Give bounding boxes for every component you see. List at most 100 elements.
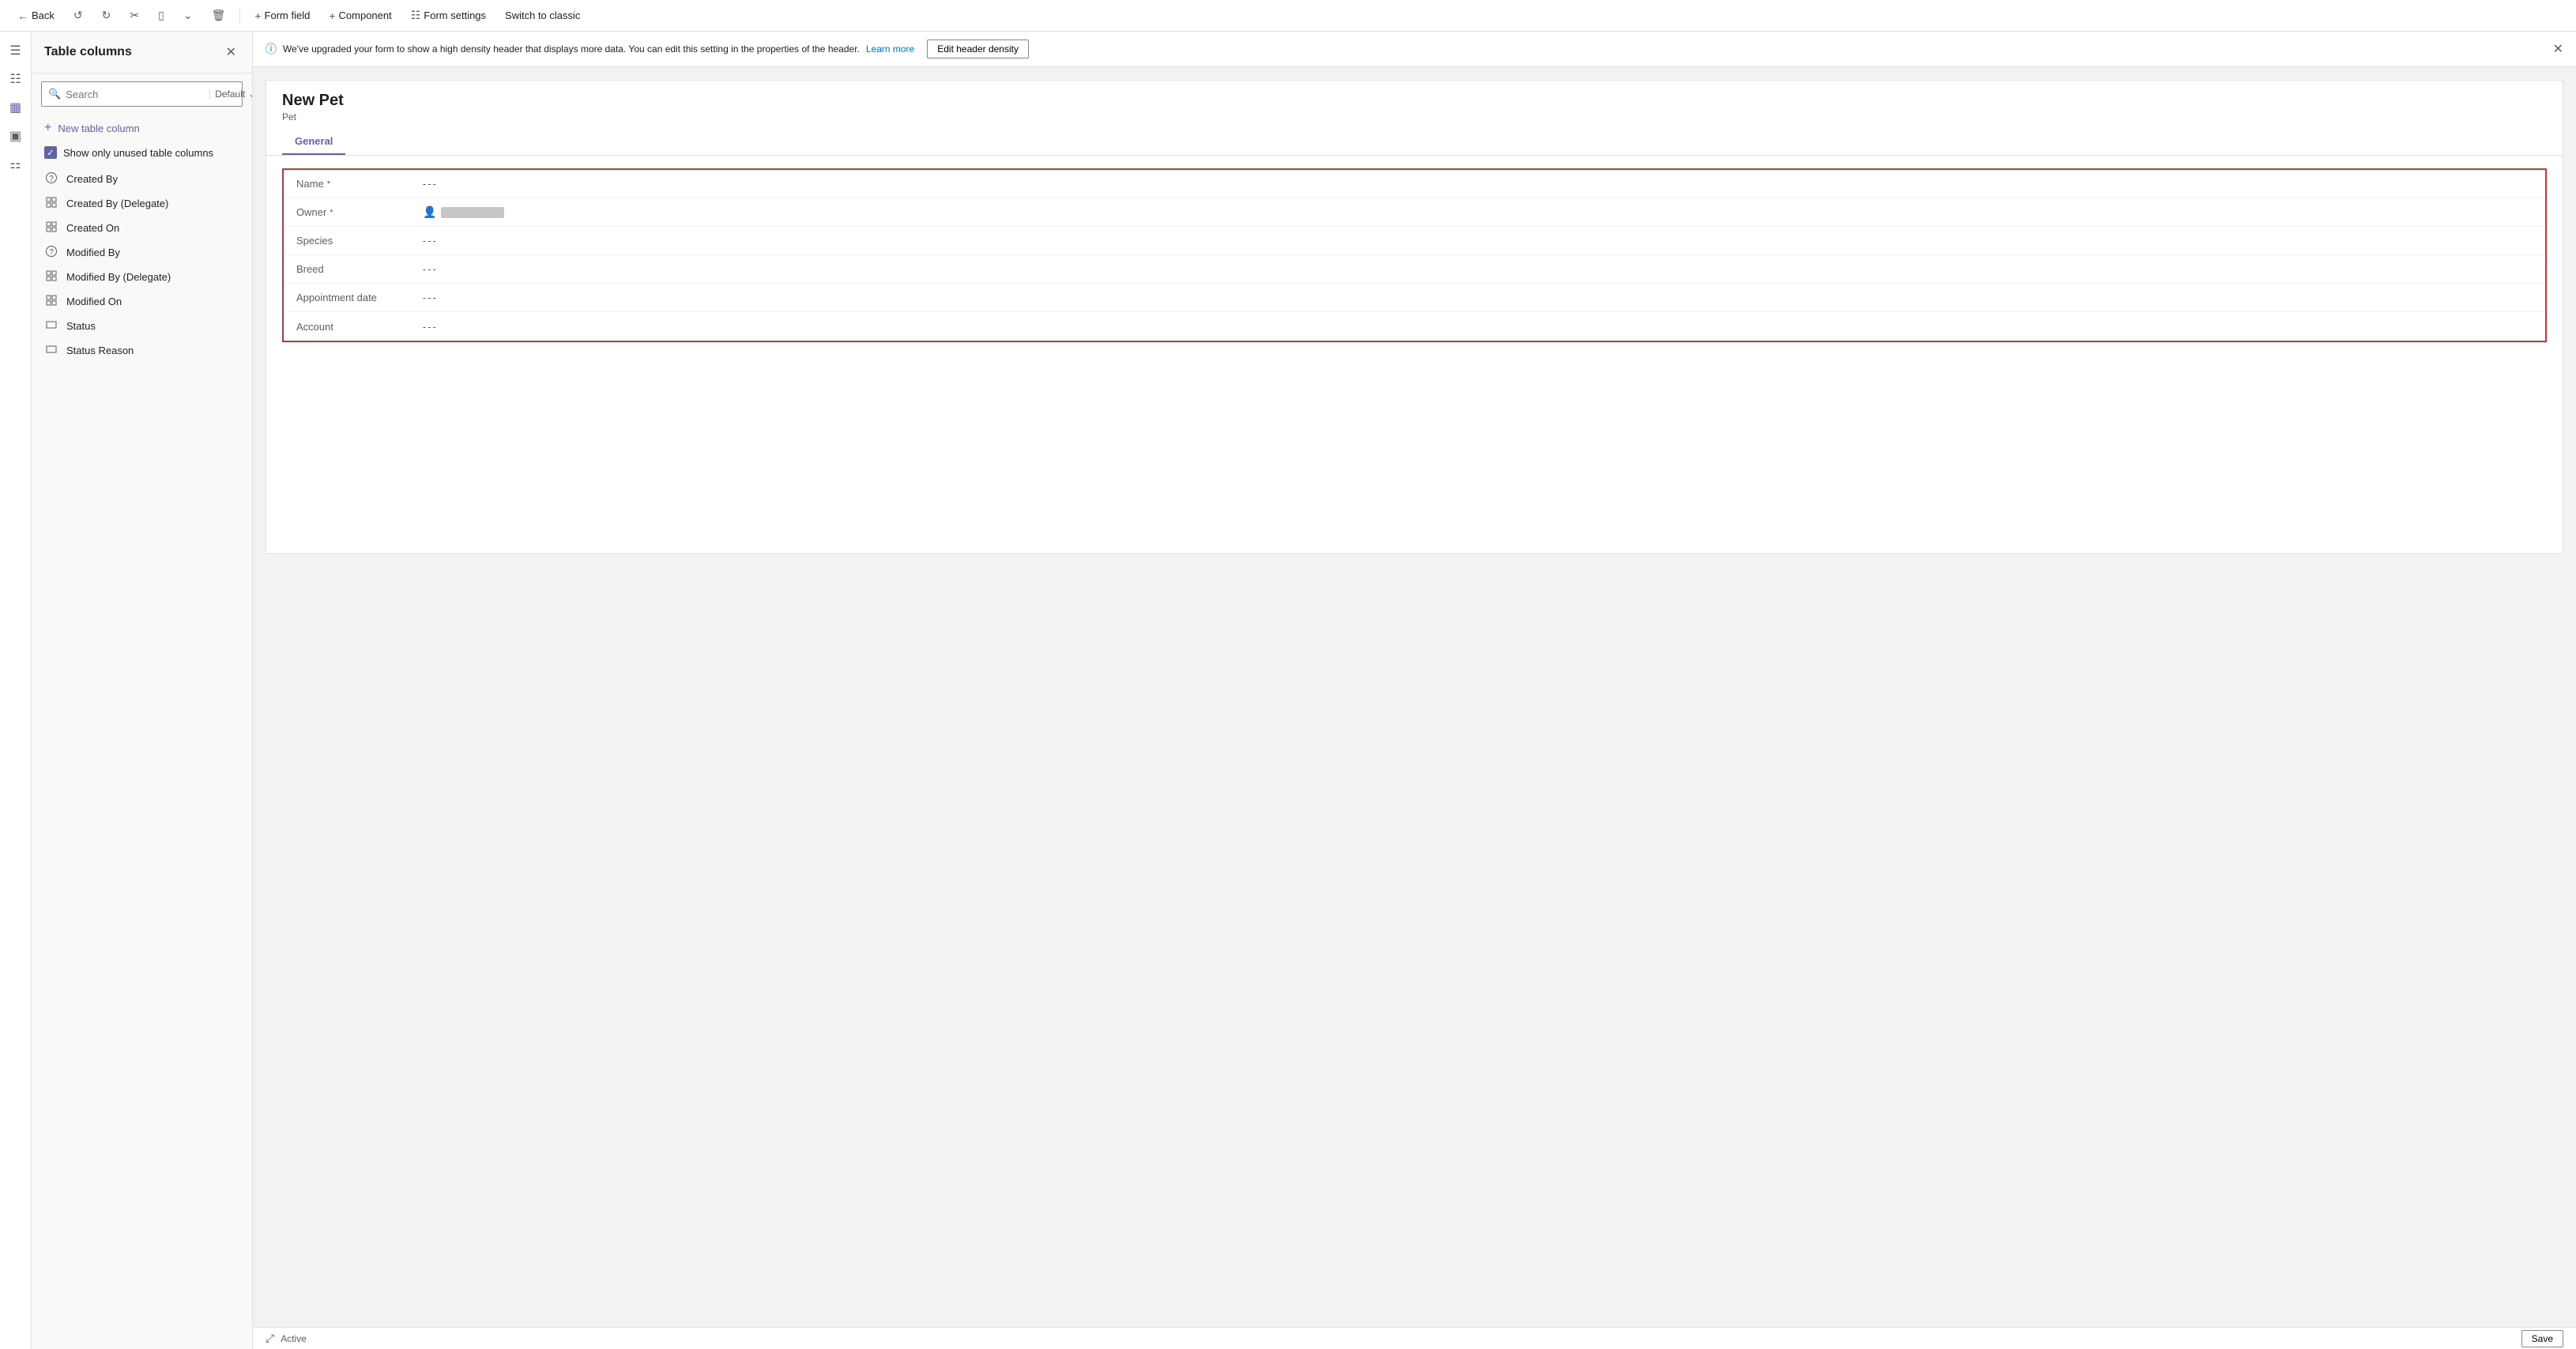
status-icon (44, 319, 58, 333)
toolbar: ← Back ↺ ↻ ✂ ▯ ⌄ 🗑 + Form field + Compon… (0, 0, 2576, 32)
sidebar-item-modified-by[interactable]: ? Modified By (32, 240, 252, 265)
expand-icon[interactable]: ⤢ (266, 1332, 274, 1345)
search-icon: 🔍 (48, 88, 61, 100)
created-by-delegate-icon (44, 197, 58, 210)
rail-layers-icon[interactable]: ▦ (3, 95, 28, 120)
sidebar-item-label-created-on: Created On (66, 222, 119, 234)
redo-button[interactable]: ↻ (94, 3, 119, 28)
sidebar-item-label-created-by: Created By (66, 173, 118, 185)
sidebar-item-label-modified-by: Modified By (66, 247, 120, 258)
form-card: New Pet Pet General Name * --- Owner * 👤 (266, 80, 2563, 554)
field-value: --- (423, 321, 438, 333)
delete-button[interactable]: 🗑 (204, 3, 234, 28)
switch-classic-button[interactable]: Switch to classic (497, 3, 588, 28)
modified-by-delegate-icon (44, 270, 58, 284)
main-area: ⓘ We've upgraded your form to show a hig… (253, 32, 2576, 1349)
form-title: New Pet (282, 92, 2547, 110)
sidebar-item-label-status-reason: Status Reason (66, 345, 134, 356)
show-unused-checkbox-row[interactable]: Show only unused table columns (32, 141, 252, 167)
back-button[interactable]: ← Back (9, 3, 62, 28)
form-settings-button[interactable]: ☷ Form settings (403, 3, 494, 28)
field-value: --- (423, 263, 438, 275)
form-row: Owner * 👤 (284, 198, 2545, 227)
form-fields: Name * --- Owner * 👤 Species --- Breed -… (284, 170, 2545, 341)
new-table-column-button[interactable]: + New table column (32, 115, 252, 141)
icon-rail: ☰ ☷ ▦ ▣ ⚏ (0, 32, 32, 1349)
sidebar-close-button[interactable]: ✕ (223, 41, 239, 63)
save-button[interactable]: Save (2521, 1330, 2563, 1347)
created-by-icon: ? (44, 172, 58, 186)
app-body: ☰ ☷ ▦ ▣ ⚏ Table columns ✕ 🔍 Default ⌄ + … (0, 32, 2576, 1349)
sidebar-item-created-on[interactable]: Created On (32, 216, 252, 240)
owner-name-blurred (441, 207, 504, 218)
form-row: Name * --- (284, 170, 2545, 198)
field-value: --- (423, 292, 438, 303)
form-field-icon: + (254, 9, 261, 22)
sidebar-header: Table columns ✕ (32, 32, 252, 73)
sidebar-title: Table columns (44, 45, 132, 59)
sidebar-item-modified-by-delegate[interactable]: Modified By (Delegate) (32, 265, 252, 289)
sidebar-item-modified-on[interactable]: Modified On (32, 289, 252, 314)
cut-button[interactable]: ✂ (122, 3, 147, 28)
sidebar-item-created-by-delegate[interactable]: Created By (Delegate) (32, 191, 252, 216)
sidebar-item-status[interactable]: Status (32, 314, 252, 338)
field-label: Breed (296, 263, 423, 275)
delete-icon: 🗑 (212, 9, 226, 22)
created-on-icon (44, 221, 58, 235)
more-icon: ⌄ (183, 9, 193, 22)
rail-table-icon[interactable]: ▣ (3, 123, 28, 149)
show-unused-checkbox[interactable] (44, 146, 57, 159)
status-left: ⤢ Active (266, 1332, 307, 1345)
modified-on-icon (44, 295, 58, 308)
search-input[interactable] (66, 89, 205, 100)
form-field-button[interactable]: + Form field (247, 3, 318, 28)
copy-button[interactable]: ▯ (150, 3, 172, 28)
svg-text:?: ? (49, 248, 54, 257)
form-card-header: New Pet Pet (266, 81, 2563, 129)
required-indicator: * (327, 179, 330, 189)
form-row: Appointment date --- (284, 284, 2545, 312)
search-filter-dropdown[interactable]: Default ⌄ (209, 89, 253, 100)
svg-text:?: ? (49, 175, 54, 183)
banner-message: We've upgraded your form to show a high … (283, 43, 860, 55)
tab-general[interactable]: General (282, 129, 345, 155)
owner-value: 👤 (423, 205, 504, 219)
owner-avatar-icon: 👤 (423, 205, 436, 219)
form-tabs: General (266, 129, 2563, 156)
cut-icon: ✂ (130, 9, 139, 22)
sidebar: Table columns ✕ 🔍 Default ⌄ + New table … (32, 32, 253, 1349)
field-label: Appointment date (296, 292, 423, 303)
sidebar-item-label-modified-by-delegate: Modified By (Delegate) (66, 271, 171, 283)
more-button[interactable]: ⌄ (175, 3, 201, 28)
copy-icon: ▯ (158, 9, 164, 22)
toolbar-separator-1 (239, 8, 240, 24)
status-label: Active (281, 1333, 307, 1344)
field-label: Account (296, 321, 423, 333)
sidebar-items-list: ? Created By Created By (Delegate) Creat… (32, 167, 252, 1349)
learn-more-link[interactable]: Learn more (866, 43, 914, 55)
field-label: Owner * (296, 206, 423, 218)
back-icon: ← (17, 9, 28, 22)
field-label: Species (296, 235, 423, 247)
modified-by-icon: ? (44, 246, 58, 259)
add-icon: + (44, 121, 51, 135)
sidebar-item-label-created-by-delegate: Created By (Delegate) (66, 198, 168, 209)
field-label: Name * (296, 178, 423, 190)
rail-grid-icon[interactable]: ☷ (3, 66, 28, 92)
sidebar-item-created-by[interactable]: ? Created By (32, 167, 252, 191)
banner-close-button[interactable]: ✕ (2553, 41, 2563, 57)
form-canvas: New Pet Pet General Name * --- Owner * 👤 (253, 67, 2576, 1327)
undo-icon: ↺ (73, 9, 83, 22)
component-button[interactable]: + Component (321, 3, 399, 28)
edit-density-button[interactable]: Edit header density (927, 40, 1029, 58)
form-row: Account --- (284, 312, 2545, 341)
sidebar-item-label-modified-on: Modified On (66, 296, 122, 307)
undo-button[interactable]: ↺ (66, 3, 91, 28)
status-right: Save (2521, 1330, 2563, 1347)
rail-menu-icon[interactable]: ☰ (3, 38, 28, 63)
sidebar-item-status-reason[interactable]: Status Reason (32, 338, 252, 363)
rail-data-icon[interactable]: ⚏ (3, 152, 28, 177)
info-banner: ⓘ We've upgraded your form to show a hig… (253, 32, 2576, 67)
required-indicator: * (330, 208, 333, 217)
field-value: --- (423, 178, 438, 190)
